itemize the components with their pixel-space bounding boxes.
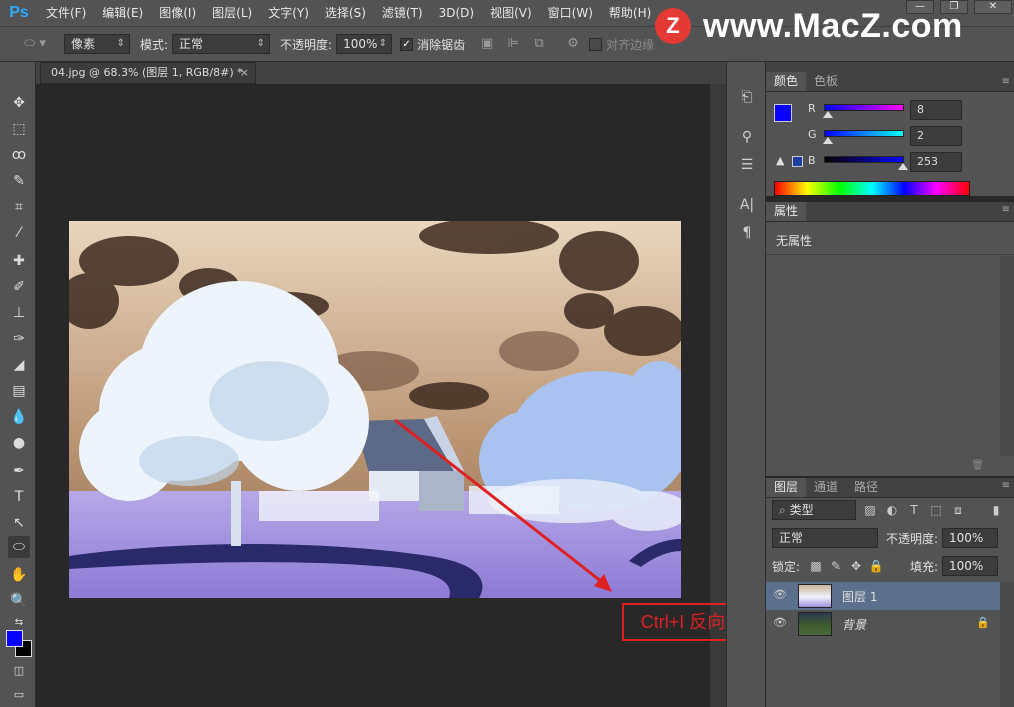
- lock-transparent-icon[interactable]: ▩: [808, 558, 824, 574]
- r-slider[interactable]: [824, 104, 904, 111]
- panel-dock: ⎗ ⚲ ☰ A| ¶: [726, 62, 766, 707]
- tab-layers[interactable]: 图层: [766, 478, 807, 497]
- layer-row-layer1[interactable]: 👁 图层 1: [766, 582, 1000, 610]
- history-panel-icon[interactable]: ⎗: [736, 86, 758, 108]
- filter-pixel-icon[interactable]: ▨: [862, 502, 878, 518]
- brush-panel-icon[interactable]: ⚲: [736, 126, 758, 148]
- paragraph-panel-icon[interactable]: ¶: [736, 222, 758, 244]
- tab-channels[interactable]: 通道: [806, 478, 846, 497]
- tab-swatches[interactable]: 色板: [806, 72, 846, 91]
- visibility-eye-icon[interactable]: 👁: [772, 588, 788, 604]
- fill-label: 填充:: [910, 560, 939, 574]
- layers-menu-icon[interactable]: ≡: [1002, 480, 1010, 491]
- layers-panel: 图层 通道 路径 ≡ ⌕ 类型 ▨ ◐ T ⬚ ⧈ ▮ 正常 不透明度: 100…: [766, 478, 1014, 707]
- lock-pixels-icon[interactable]: ✎: [828, 558, 844, 574]
- layer-filter-label: 类型: [789, 503, 814, 517]
- trash-icon[interactable]: 🗑: [971, 460, 984, 471]
- layer-opacity-input[interactable]: 100%: [942, 528, 998, 548]
- web-safe-color-swatch[interactable]: [792, 156, 803, 167]
- warning-icon: ▲: [776, 154, 785, 167]
- color-panel: 颜色 色板 ≡ ▲ R 8 G 2 B 253: [766, 62, 1014, 196]
- color-foreground-swatch[interactable]: [774, 104, 792, 122]
- layers-scrollbar[interactable]: [1000, 582, 1014, 707]
- layer-thumbnail: [798, 612, 832, 636]
- filter-shape-icon[interactable]: ⬚: [928, 502, 944, 518]
- properties-panel: 属性 ≡ 无属性 🗑: [766, 202, 1014, 476]
- layer-name: 图层 1: [842, 590, 878, 604]
- visibility-eye-icon[interactable]: 👁: [772, 616, 788, 632]
- lock-all-icon[interactable]: 🔒: [868, 558, 884, 574]
- layer-thumbnail: [798, 584, 832, 608]
- b-label: B: [808, 154, 816, 167]
- g-label: G: [808, 128, 817, 141]
- layer-name: 背景: [842, 618, 867, 632]
- filter-type-icon[interactable]: T: [906, 502, 922, 518]
- filter-toggle-icon[interactable]: ▮: [988, 502, 1004, 518]
- properties-scrollbar[interactable]: [1000, 256, 1014, 456]
- r-label: R: [808, 102, 816, 115]
- color-r-row: R 8: [808, 100, 1008, 120]
- panel-menu-icon[interactable]: ≡: [1002, 76, 1010, 87]
- divider: [766, 254, 1014, 255]
- r-value-input[interactable]: 8: [910, 100, 962, 120]
- g-slider-thumb[interactable]: [823, 137, 833, 144]
- blend-mode-select[interactable]: 正常: [772, 528, 878, 548]
- tab-properties[interactable]: 属性: [766, 202, 807, 221]
- properties-content: 无属性: [776, 234, 813, 248]
- g-value-input[interactable]: 2: [910, 126, 962, 146]
- r-slider-thumb[interactable]: [823, 111, 833, 118]
- b-value-input[interactable]: 253: [910, 152, 962, 172]
- properties-menu-icon[interactable]: ≡: [1002, 204, 1010, 215]
- fill-input[interactable]: 100%: [942, 556, 998, 576]
- g-slider[interactable]: [824, 130, 904, 137]
- search-icon: ⌕: [779, 503, 786, 517]
- lock-position-icon[interactable]: ✥: [848, 558, 864, 574]
- color-g-row: G 2: [808, 126, 1008, 146]
- filter-adjustment-icon[interactable]: ◐: [884, 502, 900, 518]
- character-panel-icon[interactable]: A|: [736, 194, 758, 216]
- b-slider-thumb[interactable]: [898, 163, 908, 170]
- color-spectrum-bar[interactable]: [774, 181, 970, 196]
- lock-label: 锁定:: [772, 560, 801, 574]
- adjustments-panel-icon[interactable]: ☰: [736, 154, 758, 176]
- layer-row-background[interactable]: 👁 背景 🔒: [766, 610, 1000, 638]
- layer-filter-select[interactable]: ⌕ 类型: [772, 500, 856, 520]
- b-slider[interactable]: [824, 156, 904, 163]
- layer-opacity-label: 不透明度:: [886, 532, 939, 546]
- filter-smart-object-icon[interactable]: ⧈: [950, 502, 966, 518]
- color-b-row: B 253: [808, 152, 1008, 172]
- lock-icon: 🔒: [976, 616, 990, 629]
- tab-color[interactable]: 颜色: [766, 72, 807, 91]
- tab-paths[interactable]: 路径: [846, 478, 886, 497]
